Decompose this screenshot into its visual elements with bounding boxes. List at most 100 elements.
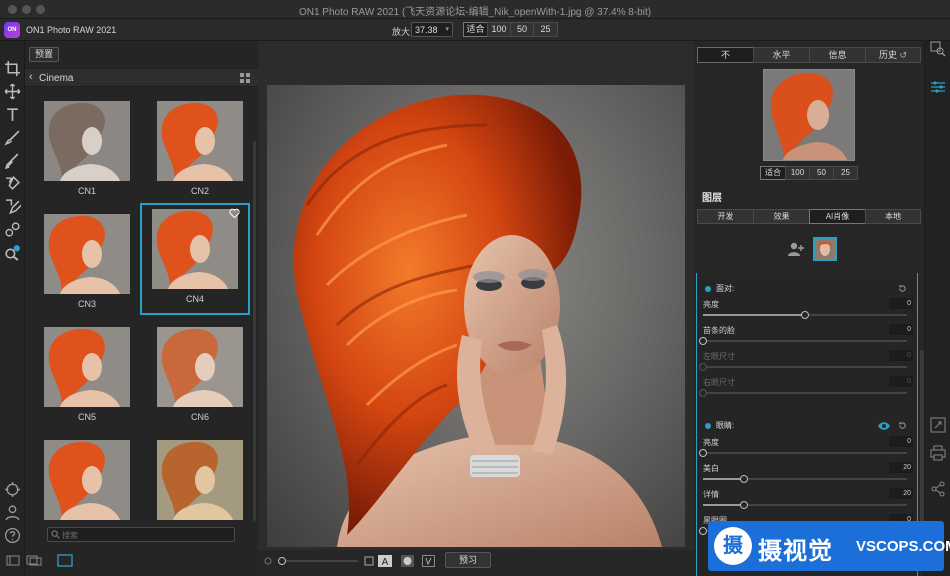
slider-knob[interactable] [699,527,707,535]
slider-value-field[interactable]: 0 [889,324,913,335]
retouch-brush-icon[interactable] [4,152,21,170]
zoom-100-button[interactable]: 100 [487,22,511,37]
tab-ai-portrait[interactable]: AI肖像 [809,209,866,224]
slider-track[interactable] [699,337,907,345]
clone-stamp-icon[interactable] [4,221,21,238]
face-enabled-dot[interactable] [705,285,711,292]
masking-brush-icon[interactable] [4,175,21,192]
slider-knob[interactable] [699,337,707,345]
slider-knob[interactable] [739,501,748,509]
zoom-fit-button[interactable]: 适合 [463,22,488,37]
slider-knob[interactable] [699,389,707,397]
tab-develop[interactable]: 开发 [697,209,754,224]
eye-preview-icon[interactable] [877,421,891,431]
slider-knob[interactable] [801,311,809,319]
transform-tool-icon[interactable] [4,83,21,100]
adjustment-slider[interactable]: 亮度 0 [699,436,913,463]
resize-module-icon[interactable] [930,417,946,433]
adjustment-slider[interactable]: 详情 20 [703,488,913,515]
slider-track[interactable] [703,311,907,319]
slider-track[interactable] [699,363,907,371]
slider-value-field[interactable]: 0 [889,350,913,361]
preview-button[interactable]: 预习 [445,552,491,568]
back-chevron-icon[interactable]: ‹ [29,71,33,83]
slider-value-field[interactable]: 20 [889,488,913,499]
browser-scrollbar[interactable] [253,141,256,521]
slider-track[interactable] [703,501,907,509]
slider-knob[interactable] [739,475,748,483]
adjustment-slider[interactable]: 美白 20 [703,462,913,489]
eyes-section-header[interactable]: 眼睛: [705,420,734,432]
portrait-zoom-tool-icon[interactable] [4,244,21,261]
slider-value-field[interactable]: 0 [889,436,913,447]
zoom-value: 37.38 [415,25,438,35]
adjustment-slider[interactable]: 亮度 0 [703,298,913,325]
slider-value-field[interactable]: 20 [889,462,913,473]
preset-thumbnail[interactable]: CN3 [32,208,142,320]
nav-100-button[interactable]: 100 [785,166,810,180]
zoom-slider-knob[interactable] [278,557,286,565]
slider-track[interactable] [699,389,907,397]
compare-square-icon[interactable] [364,556,374,566]
preset-label: CN2 [190,186,209,196]
adjustment-slider[interactable]: 右眼尺寸 0 [699,376,913,403]
single-view-icon[interactable] [6,555,20,566]
navigator-thumbnail[interactable] [763,69,855,161]
brush-tool-icon[interactable] [4,129,21,146]
main-photo[interactable] [267,85,685,547]
slider-knob[interactable] [699,449,707,457]
preset-thumbnail[interactable]: CN5 [32,321,142,433]
zoom-level-select[interactable]: 37.38 ▾ [411,22,453,37]
presets-tab-button[interactable]: 预置 [29,47,59,62]
tab-local[interactable]: 本地 [865,209,921,224]
plugins-icon[interactable] [4,481,21,498]
preset-thumbnail[interactable]: CN6 [145,321,255,433]
before-after-icon[interactable] [422,555,435,567]
slider-value-field[interactable]: 0 [889,376,913,387]
grid-view-icon[interactable] [240,73,250,83]
eyes-enabled-dot[interactable] [705,422,711,429]
browse-module-icon[interactable] [930,41,946,57]
category-bar[interactable]: ‹ Cinema [25,68,258,87]
mask-view-icon[interactable] [401,555,414,567]
slider-value-field[interactable]: 0 [889,298,913,309]
tab-none[interactable]: 不 [697,47,754,63]
zoom-25-button[interactable]: 25 [533,22,558,37]
tab-history[interactable]: 历史 ↺ [865,47,921,63]
adjustment-slider[interactable]: 苗条的脸 0 [699,324,913,351]
nav-fit-button[interactable]: 适合 [760,166,786,180]
preset-thumbnail[interactable]: CN4 [140,203,250,315]
zoom-slider[interactable] [278,557,358,565]
adjustment-slider[interactable]: 左眼尺寸 0 [699,350,913,377]
add-face-icon[interactable] [788,242,805,256]
preset-search-input[interactable]: 搜索 [47,527,235,542]
slider-track[interactable] [703,475,907,483]
image-canvas[interactable] [258,41,694,550]
account-icon[interactable] [4,504,21,521]
face-section-header[interactable]: 面对: [705,283,734,295]
favorite-heart-icon[interactable] [229,208,240,219]
auto-adjust-icon[interactable]: A [378,555,392,567]
eyes-reset-icon[interactable] [898,421,907,430]
tab-level[interactable]: 水平 [753,47,810,63]
detail-view-icon[interactable] [57,554,73,567]
filmstrip-view-icon[interactable] [26,555,42,566]
edit-module-icon[interactable] [930,79,946,95]
nav-50-button[interactable]: 50 [809,166,834,180]
nav-25-button[interactable]: 25 [833,166,858,180]
text-tool-icon[interactable] [4,106,21,123]
tab-effects[interactable]: 效果 [753,209,810,224]
detected-face-thumbnail[interactable] [813,237,837,261]
face-reset-icon[interactable] [898,284,907,293]
share-module-icon[interactable] [930,481,946,497]
tab-info[interactable]: 信息 [809,47,866,63]
preset-thumbnail[interactable]: CN1 [32,95,142,207]
help-icon[interactable] [4,527,21,544]
slider-knob[interactable] [699,363,707,371]
zoom-50-button[interactable]: 50 [510,22,534,37]
crop-tool-icon[interactable] [4,60,21,77]
perfect-brush-icon[interactable] [4,198,23,215]
slider-track[interactable] [699,449,907,457]
preset-thumbnail[interactable]: CN2 [145,95,255,207]
print-module-icon[interactable] [930,445,946,461]
